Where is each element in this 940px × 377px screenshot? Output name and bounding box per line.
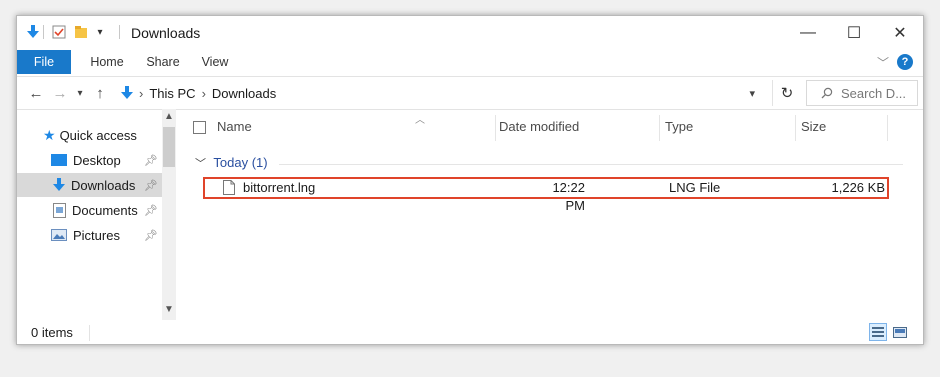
tab-file[interactable]: File — [17, 50, 71, 74]
large-icons-view-icon[interactable] — [891, 323, 909, 341]
properties-icon[interactable] — [51, 22, 67, 42]
sidebar-scrollbar[interactable]: ▲ ▼ — [162, 109, 176, 320]
documents-icon — [53, 202, 66, 218]
navigation-pane: ★ Quick access Desktop 📌︎ Downloads 📌︎ D… — [17, 109, 177, 320]
sidebar-item-pictures[interactable]: Pictures 📌︎ — [17, 223, 162, 247]
pin-icon[interactable]: 📌︎ — [144, 229, 158, 242]
column-header-size[interactable]: Size — [801, 109, 891, 145]
explorer-window: ▾ Downloads — ☐ ✕ File Home Share View ﹀… — [16, 15, 924, 345]
tab-view[interactable]: View — [195, 50, 235, 74]
sidebar-item-desktop[interactable]: Desktop 📌︎ — [17, 148, 162, 172]
sidebar-item-label: Pictures — [73, 227, 120, 243]
group-divider — [279, 164, 903, 165]
column-divider[interactable] — [495, 115, 496, 141]
recent-locations-chevron-icon[interactable]: ▾ — [73, 77, 87, 109]
sidebar-item-quick-access[interactable]: ★ Quick access — [17, 123, 162, 147]
select-all-checkbox[interactable] — [193, 121, 206, 134]
help-icon[interactable]: ? — [897, 54, 913, 70]
tab-share[interactable]: Share — [139, 50, 187, 74]
search-icon — [821, 87, 833, 99]
minimize-button[interactable]: — — [785, 16, 831, 50]
breadcrumb-downloads[interactable]: Downloads — [212, 86, 276, 101]
details-view-icon[interactable] — [869, 323, 887, 341]
divider — [43, 25, 44, 39]
sidebar-item-downloads[interactable]: Downloads 📌︎ — [17, 173, 162, 197]
star-icon: ★ — [43, 126, 56, 143]
forward-arrow-icon[interactable]: → — [49, 77, 71, 109]
column-header-name[interactable]: Name — [217, 109, 497, 145]
chevron-down-icon[interactable]: ﹀ — [875, 52, 891, 72]
customize-quick-access-icon[interactable]: ▾ — [93, 22, 107, 42]
scroll-thumb[interactable] — [163, 127, 175, 167]
file-size: 1,226 KB — [831, 180, 886, 195]
search-placeholder: Search D... — [841, 85, 907, 101]
chevron-down-icon: ﹀ — [195, 158, 206, 170]
sidebar-item-label: Desktop — [73, 152, 121, 168]
navigation-bar: ← → ▾ ↑ › This PC › Downloads ▾ ↻ Search… — [17, 76, 923, 110]
sidebar-item-documents[interactable]: Documents 📌︎ — [17, 198, 162, 222]
pin-icon[interactable]: 📌︎ — [144, 154, 158, 167]
sidebar-item-label: Documents — [72, 202, 138, 218]
close-button[interactable]: ✕ — [877, 16, 923, 50]
sort-ascending-icon: ︿ — [415, 115, 425, 126]
tab-home[interactable]: Home — [83, 50, 131, 74]
status-bar: 0 items — [17, 321, 923, 345]
column-header-date-modified[interactable]: Date modified — [499, 109, 659, 145]
download-arrow-icon — [121, 86, 133, 100]
pin-icon[interactable]: 📌︎ — [144, 204, 158, 217]
sidebar-item-label: Downloads — [71, 177, 136, 193]
pictures-icon — [51, 229, 67, 241]
column-divider[interactable] — [659, 115, 660, 141]
download-arrow-icon[interactable] — [25, 22, 41, 42]
breadcrumb-this-pc[interactable]: This PC — [149, 86, 195, 101]
table-row[interactable]: bittorrent.lng 12:22 PM LNG File 1,226 K… — [203, 177, 889, 213]
scroll-up-icon[interactable]: ▲ — [162, 111, 176, 125]
window-title: Downloads — [131, 25, 201, 41]
column-divider[interactable] — [795, 115, 796, 141]
scroll-down-icon[interactable]: ▼ — [162, 304, 176, 318]
up-arrow-icon[interactable]: ↑ — [89, 77, 111, 109]
file-type: LNG File — [669, 180, 721, 195]
group-header[interactable]: ﹀ Today (1) — [195, 155, 268, 171]
breadcrumb-separator: › — [201, 85, 206, 101]
item-count: 0 items — [31, 325, 73, 340]
column-header-type[interactable]: Type — [665, 109, 795, 145]
address-dropdown-chevron-icon[interactable]: ▾ — [749, 87, 755, 100]
search-input[interactable]: Search D... — [806, 80, 918, 106]
ribbon-tabs: File Home Share View ﹀ ? — [17, 50, 923, 74]
pin-icon[interactable]: 📌︎ — [144, 179, 158, 192]
back-arrow-icon[interactable]: ← — [25, 77, 47, 109]
group-label: Today (1) — [213, 155, 268, 170]
column-divider[interactable] — [887, 115, 888, 141]
file-icon — [223, 180, 235, 198]
address-bar[interactable]: › This PC › Downloads ▾ — [121, 80, 761, 106]
refresh-icon[interactable]: ↻ — [772, 80, 801, 106]
file-list: Name ︿ Date modified Type Size ﹀ Today (… — [179, 109, 923, 320]
file-name: bittorrent.lng — [243, 180, 316, 195]
new-folder-icon[interactable] — [73, 22, 89, 42]
divider — [119, 25, 120, 39]
breadcrumb-separator: › — [139, 85, 144, 101]
title-bar: ▾ Downloads — ☐ ✕ — [17, 16, 923, 50]
file-date-modified: 12:22 PM — [552, 180, 585, 213]
sidebar-item-label: Quick access — [59, 127, 137, 143]
divider — [89, 325, 90, 341]
maximize-button[interactable]: ☐ — [831, 16, 877, 50]
download-arrow-icon — [53, 178, 65, 192]
desktop-icon — [51, 154, 67, 166]
